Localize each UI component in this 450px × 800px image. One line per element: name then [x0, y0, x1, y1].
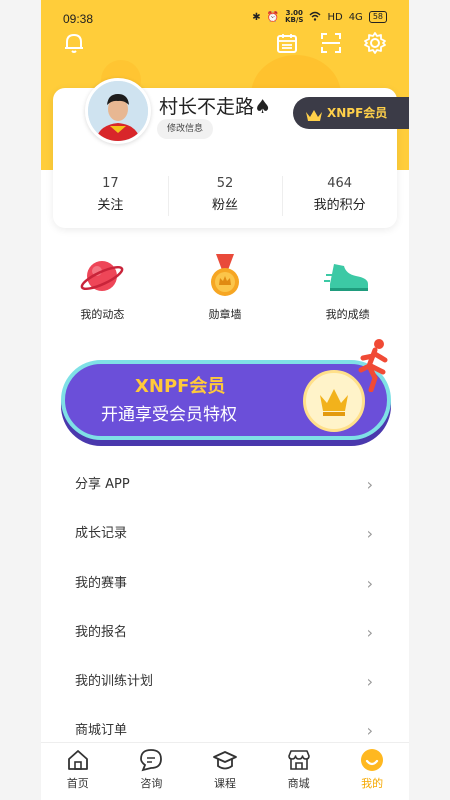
feature-grid: 我的动态 勋章墙 我的成绩	[41, 252, 409, 332]
bottom-tab-bar: 首页 咨询 课程 商城 我的	[41, 742, 409, 800]
tab-label: 商城	[287, 777, 310, 790]
planet-icon	[41, 252, 164, 300]
banner-title: XNPF会员	[135, 376, 226, 397]
alarm-icon: ⏰	[266, 11, 280, 23]
battery-indicator: 58	[368, 11, 387, 23]
tab-home[interactable]: 首页	[41, 743, 115, 800]
chevron-right-icon: ›	[366, 622, 373, 642]
feature-my-results[interactable]: 我的成绩	[286, 252, 409, 332]
status-time: 09:38	[63, 12, 94, 26]
chevron-right-icon: ›	[366, 573, 373, 593]
chevron-right-icon: ›	[366, 475, 373, 494]
banner-subtitle: 开通享受会员特权	[101, 405, 237, 425]
feature-my-posts[interactable]: 我的动态	[41, 252, 164, 332]
feature-medal-wall[interactable]: 勋章墙	[164, 252, 287, 332]
wifi-icon	[309, 11, 321, 24]
header-toolbar	[41, 30, 409, 60]
tab-label: 我的	[361, 777, 384, 790]
feature-label: 我的成绩	[325, 308, 370, 321]
profile-icon	[335, 747, 409, 773]
runner-icon	[353, 336, 393, 396]
screen: 09:38 ✱ ⏰ 3.00 KB/S HD 4G 58 村长不走路♠ 修改信息…	[0, 0, 450, 800]
shoe-icon	[286, 252, 409, 300]
vip-membership-banner[interactable]: XNPF会员 开通享受会员特权	[61, 360, 391, 440]
menu-item-label: 我的赛事	[75, 575, 128, 591]
bluetooth-icon: ✱	[252, 11, 261, 23]
tab-label: 课程	[213, 777, 236, 790]
menu-item-label: 商城订单	[75, 723, 128, 739]
tab-courses[interactable]: 课程	[188, 743, 262, 800]
home-icon	[41, 747, 115, 773]
tab-label: 首页	[66, 777, 89, 790]
edit-profile-button[interactable]: 修改信息	[157, 119, 213, 139]
medal-icon	[164, 252, 287, 300]
hd-indicator: HD	[327, 11, 343, 23]
network-speed: 3.00 KB/S	[285, 9, 304, 24]
stat-value: 17	[102, 176, 119, 191]
tab-store[interactable]: 商城	[262, 743, 336, 800]
vip-badge[interactable]: XNPF会员	[293, 97, 409, 129]
menu-list: 分享 APP › 成长记录 › 我的赛事 › 我的报名 › 我的训练计划 › 商…	[41, 460, 409, 756]
avatar[interactable]	[85, 78, 151, 144]
chat-icon	[115, 747, 189, 773]
vip-badge-label: XNPF会员	[327, 106, 388, 120]
tab-label: 咨询	[140, 777, 163, 790]
crown-icon	[305, 104, 323, 136]
calendar-icon[interactable]	[274, 30, 300, 56]
tab-mine[interactable]: 我的	[335, 743, 409, 800]
stat-label: 粉丝	[212, 198, 239, 213]
store-icon	[262, 747, 336, 773]
menu-item-share-app[interactable]: 分享 APP ›	[41, 460, 409, 509]
stat-label: 关注	[97, 198, 124, 213]
gear-icon[interactable]	[362, 30, 388, 56]
menu-item-my-registrations[interactable]: 我的报名 ›	[41, 608, 409, 657]
menu-item-label: 我的报名	[75, 624, 128, 640]
stat-points[interactable]: 464 我的积分	[282, 174, 397, 222]
menu-item-label: 分享 APP	[75, 477, 130, 492]
stat-value: 52	[216, 176, 234, 191]
feature-label: 勋章墙	[208, 308, 242, 321]
menu-item-label: 成长记录	[75, 526, 128, 542]
menu-item-label: 我的训练计划	[75, 674, 154, 690]
menu-item-training-plan[interactable]: 我的训练计划 ›	[41, 657, 409, 706]
scan-icon[interactable]	[318, 30, 344, 56]
bell-icon[interactable]	[61, 30, 87, 56]
stat-label: 我的积分	[313, 198, 366, 213]
chevron-right-icon: ›	[366, 672, 373, 692]
status-icons: ✱ ⏰ 3.00 KB/S HD 4G 58	[252, 10, 387, 24]
profile-stats: 17 关注 52 粉丝 464 我的积分	[53, 174, 397, 222]
feature-label: 我的动态	[80, 308, 125, 321]
app-frame: 09:38 ✱ ⏰ 3.00 KB/S HD 4G 58 村长不走路♠ 修改信息…	[41, 0, 409, 800]
stat-following[interactable]: 17 关注	[53, 174, 168, 222]
menu-item-my-events[interactable]: 我的赛事 ›	[41, 559, 409, 608]
tab-consult[interactable]: 咨询	[115, 743, 189, 800]
graduation-cap-icon	[188, 747, 262, 773]
menu-item-growth-record[interactable]: 成长记录 ›	[41, 509, 409, 558]
stat-followers[interactable]: 52 粉丝	[167, 174, 283, 222]
stat-value: 464	[327, 176, 353, 191]
signal-indicator: 4G	[348, 11, 363, 23]
status-bar: 09:38 ✱ ⏰ 3.00 KB/S HD 4G 58	[41, 0, 409, 34]
chevron-right-icon: ›	[366, 524, 373, 544]
username: 村长不走路♠	[159, 96, 272, 118]
